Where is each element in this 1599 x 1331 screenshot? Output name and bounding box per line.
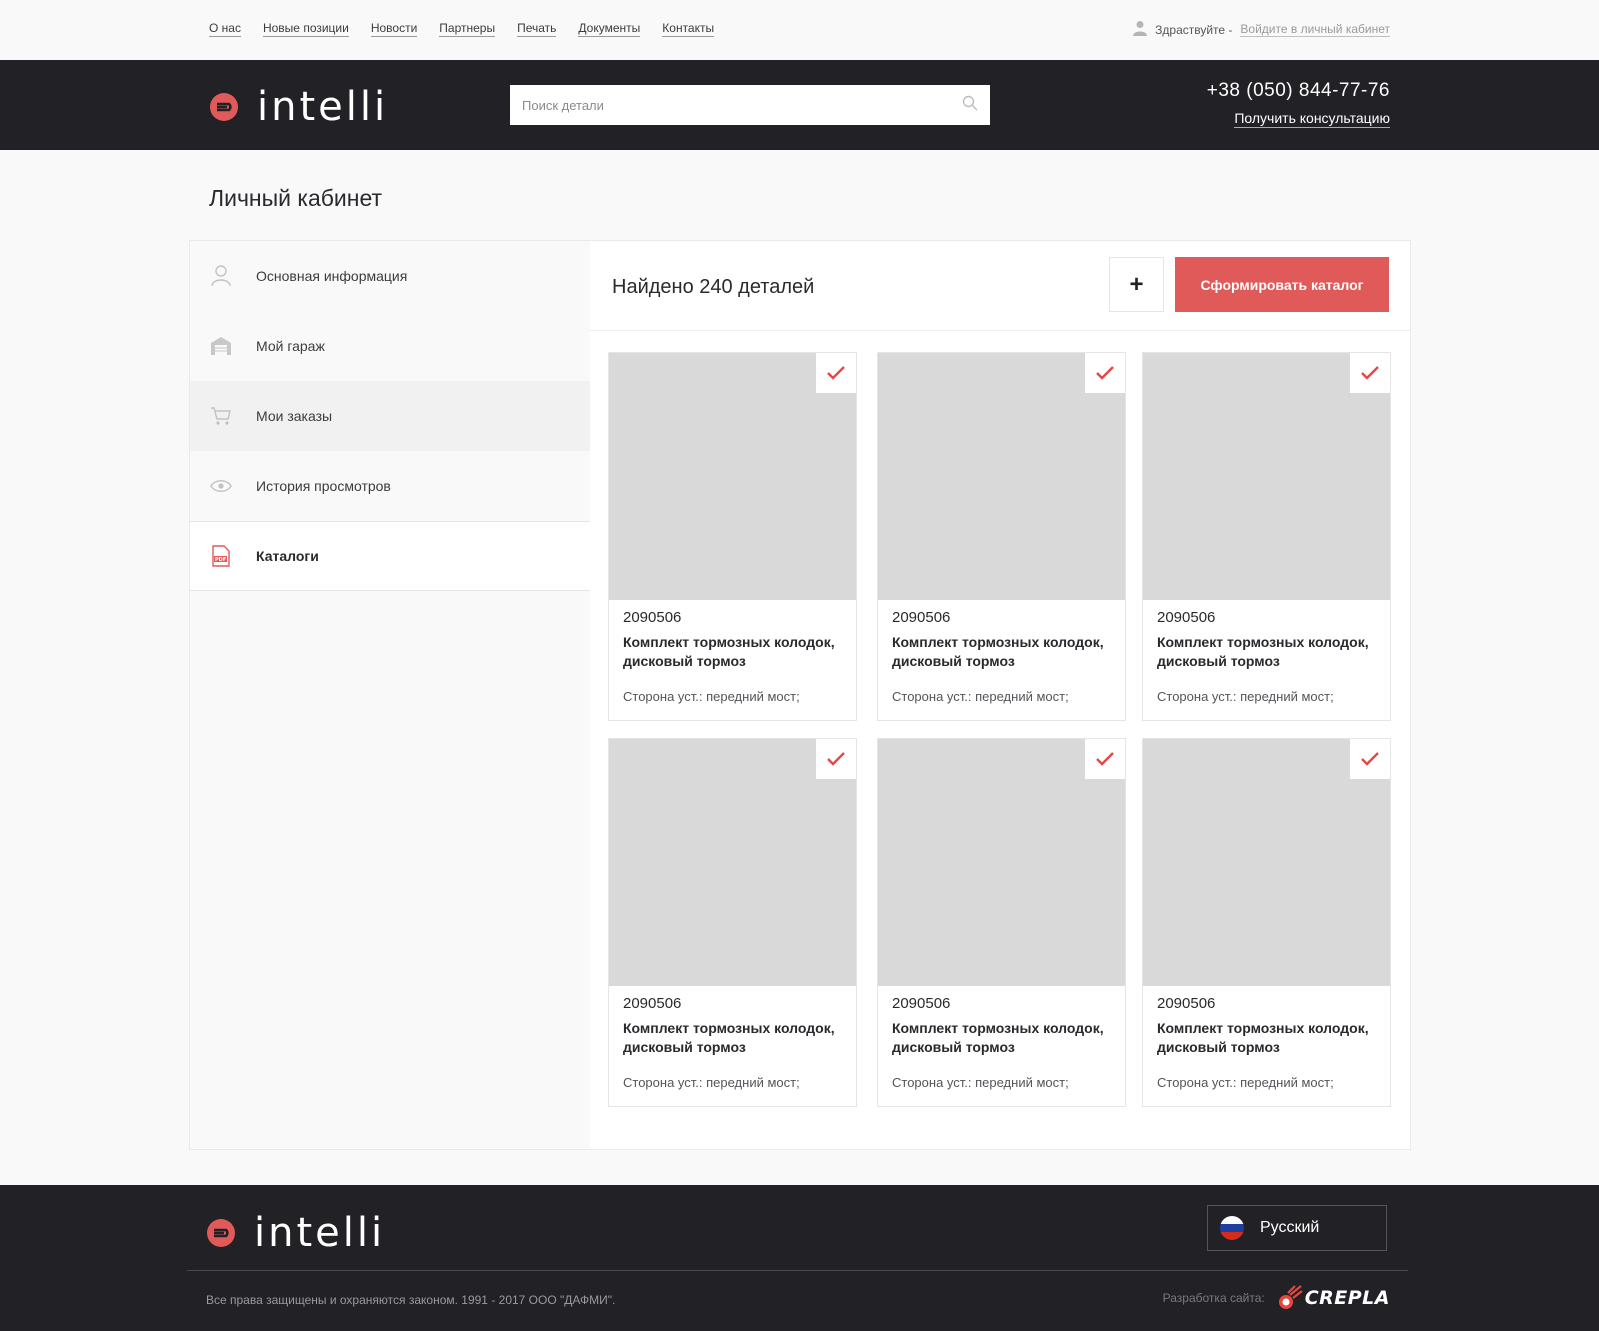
garage-icon (210, 335, 232, 357)
footer-logo[interactable]: intelli (206, 1213, 385, 1253)
found-count: Найдено 240 деталей (612, 276, 815, 298)
login-link[interactable]: Войдите в личный кабинет (1240, 22, 1390, 37)
product-code: 2090506 (892, 995, 951, 1012)
sidebar-item-label: Основная информация (256, 268, 408, 284)
product-property: Сторона уст.: передний мост; (892, 1075, 1069, 1090)
product-card[interactable]: 2090506 Комплект тормозных колодок, диск… (1142, 352, 1391, 721)
developer-credit: Разработка сайта: CREPLA (1163, 1285, 1390, 1311)
svg-text:PDF: PDF (215, 557, 226, 563)
make-catalog-button[interactable]: Сформировать каталог (1175, 257, 1389, 312)
nav-link-new-items[interactable]: Новые позиции (262, 21, 349, 37)
page-title: Личный кабинет (209, 185, 383, 211)
top-nav: О нас Новые позиции Новости Партнеры Печ… (209, 21, 715, 37)
product-code: 2090506 (892, 609, 951, 626)
product-name: Комплект тормозных колодок, дисковый тор… (623, 634, 835, 669)
catalog-content: Найдено 240 деталей + Сформировать катал… (590, 241, 1410, 1149)
search-icon[interactable] (962, 95, 978, 116)
copyright: Все права защищены и охраняются законом.… (206, 1293, 616, 1307)
check-icon[interactable] (816, 739, 856, 779)
russian-flag-icon (1220, 1216, 1244, 1240)
user-icon (1133, 20, 1148, 39)
sidebar-item-main-info[interactable]: Основная информация (190, 241, 590, 311)
logo[interactable]: intelli (209, 87, 388, 127)
user-greeting: Здраствуйте - Войдите в личный кабинет (1133, 20, 1390, 39)
sidebar-item-label: История просмотров (256, 478, 391, 494)
product-card[interactable]: 2090506 Комплект тормозных колодок, диск… (1142, 738, 1391, 1107)
product-name: Комплект тормозных колодок, дисковый тор… (1157, 1020, 1369, 1055)
sidebar-item-label: Каталоги (256, 548, 319, 564)
product-card[interactable]: 2090506 Комплект тормозных колодок, диск… (877, 352, 1126, 721)
product-code: 2090506 (1157, 995, 1216, 1012)
product-property: Сторона уст.: передний мост; (1157, 1075, 1334, 1090)
pdf-icon: PDF (210, 545, 232, 567)
sidebar-item-label: Мои заказы (256, 408, 333, 424)
language-select[interactable]: Русский (1207, 1205, 1387, 1251)
sidebar-item-garage[interactable]: Мой гараж (190, 311, 590, 381)
greeting-text: Здраствуйте - (1155, 22, 1233, 37)
product-card[interactable]: 2090506 Комплект тормозных колодок, диск… (877, 738, 1126, 1107)
top-bar: О нас Новые позиции Новости Партнеры Печ… (0, 0, 1599, 60)
product-name: Комплект тормозных колодок, дисковый тор… (1157, 634, 1369, 669)
consult-link[interactable]: Получить консультацию (1234, 110, 1390, 128)
check-icon[interactable] (1350, 739, 1390, 779)
sidebar: Основная информация Мой гараж Мои заказы… (190, 241, 590, 1149)
nav-link-documents[interactable]: Документы (578, 21, 641, 37)
product-property: Сторона уст.: передний мост; (623, 689, 800, 704)
crepla-text: CREPLA (1304, 1287, 1390, 1309)
product-property: Сторона уст.: передний мост; (623, 1075, 800, 1090)
sidebar-item-catalogs[interactable]: PDF Каталоги (190, 521, 590, 591)
check-icon[interactable] (816, 353, 856, 393)
logo-mark-icon (210, 93, 238, 121)
nav-link-print[interactable]: Печать (517, 21, 557, 37)
sidebar-item-history[interactable]: История просмотров (190, 451, 590, 521)
language-label: Русский (1260, 1219, 1320, 1236)
product-name: Комплект тормозных колодок, дисковый тор… (892, 1020, 1104, 1055)
sidebar-item-orders[interactable]: Мои заказы (190, 381, 590, 451)
nav-link-about[interactable]: О нас (209, 21, 241, 37)
search-box (510, 85, 990, 125)
product-name: Комплект тормозных колодок, дисковый тор… (623, 1020, 835, 1055)
logo-text: intelli (257, 84, 389, 130)
product-card[interactable]: 2090506 Комплект тормозных колодок, диск… (608, 352, 857, 721)
product-code: 2090506 (623, 995, 682, 1012)
nav-link-news[interactable]: Новости (370, 21, 418, 37)
check-icon[interactable] (1085, 353, 1125, 393)
phone-number[interactable]: +38 (050) 844-77-76 (1207, 80, 1390, 102)
header: intelli +38 (050) 844-77-76 Получить кон… (0, 60, 1599, 150)
product-property: Сторона уст.: передний мост; (1157, 689, 1334, 704)
search-input[interactable] (522, 97, 962, 113)
nav-link-partners[interactable]: Партнеры (439, 21, 496, 37)
sidebar-item-label: Мой гараж (256, 338, 325, 354)
account-panel: Основная информация Мой гараж Мои заказы… (189, 240, 1411, 1150)
add-button[interactable]: + (1109, 257, 1164, 312)
check-icon[interactable] (1085, 739, 1125, 779)
logo-text: intelli (254, 1210, 386, 1256)
user-icon (210, 265, 232, 287)
comet-icon (1278, 1285, 1303, 1309)
footer-divider (187, 1270, 1408, 1271)
cart-icon (210, 405, 232, 427)
logo-mark-icon (207, 1219, 235, 1247)
product-code: 2090506 (1157, 609, 1216, 626)
content-header: Найдено 240 деталей + Сформировать катал… (590, 241, 1410, 331)
footer: intelli Русский Все права защищены и охр… (0, 1185, 1599, 1331)
check-icon[interactable] (1350, 353, 1390, 393)
product-name: Комплект тормозных колодок, дисковый тор… (892, 634, 1104, 669)
product-code: 2090506 (623, 609, 682, 626)
dev-label: Разработка сайта: (1162, 1291, 1265, 1305)
crepla-logo[interactable]: CREPLA (1277, 1285, 1390, 1311)
product-card[interactable]: 2090506 Комплект тормозных колодок, диск… (608, 738, 857, 1107)
eye-icon (210, 475, 232, 497)
nav-link-contacts[interactable]: Контакты (662, 21, 715, 37)
product-property: Сторона уст.: передний мост; (892, 689, 1069, 704)
